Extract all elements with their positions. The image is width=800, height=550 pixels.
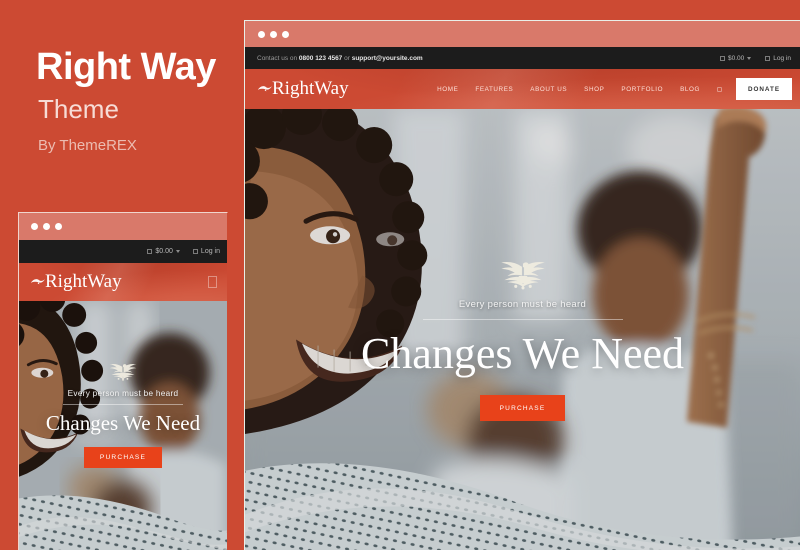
hero-divider xyxy=(63,404,183,405)
nav-home[interactable]: Home xyxy=(437,86,458,93)
cart-link[interactable]: $0.00 xyxy=(147,248,180,255)
login-label: Log in xyxy=(773,54,791,62)
window-close-dot-icon[interactable] xyxy=(258,30,265,38)
site-logo-text: RightWay xyxy=(45,270,122,292)
user-icon xyxy=(765,55,771,61)
contact-info: Contact us on 0800 123 4567 or support@y… xyxy=(257,55,423,62)
mobile-preview-window: $0.00 Log in RightWay Every person must … xyxy=(18,212,228,550)
hero-content-mobile: Every person must be heard Changes We Ne… xyxy=(19,362,227,468)
hero-kicker: Every person must be heard xyxy=(458,299,587,310)
hero-divider xyxy=(422,319,623,320)
desktop-preview-window: Contact us on 0800 123 4567 or support@y… xyxy=(244,20,800,550)
page-title: Right Way xyxy=(36,46,216,88)
window-minimize-dot-icon[interactable] xyxy=(43,223,50,230)
cart-icon xyxy=(720,55,725,61)
utility-links-mobile: $0.00 Log in xyxy=(147,248,220,255)
nav-shop[interactable]: Shop xyxy=(584,86,604,93)
hero-kicker: Every person must be heard xyxy=(67,389,179,398)
purchase-button[interactable]: Purchase xyxy=(84,447,162,468)
cart-link[interactable]: $0.00 xyxy=(720,54,752,62)
chevron-down-icon xyxy=(747,56,752,60)
mobile-window-titlebar xyxy=(19,213,227,240)
utility-links: $0.00 Log in xyxy=(720,55,791,62)
chevron-down-icon xyxy=(175,250,180,253)
window-minimize-dot-icon[interactable] xyxy=(270,30,277,38)
site-logo[interactable]: RightWay xyxy=(257,77,349,99)
contact-prefix: Contact us on xyxy=(257,54,298,62)
nav-blog[interactable]: Blog xyxy=(680,86,700,93)
hamburger-menu-icon[interactable] xyxy=(208,276,217,288)
eagle-emblem-icon xyxy=(500,262,545,290)
purchase-button[interactable]: Purchase xyxy=(480,395,565,421)
desktop-window-titlebar xyxy=(245,21,800,47)
window-close-dot-icon[interactable] xyxy=(31,223,38,230)
site-header: RightWay Home Features About Us Shop Por… xyxy=(245,69,800,109)
nav-features[interactable]: Features xyxy=(475,86,513,93)
contact-conjunction: or xyxy=(344,54,350,62)
search-icon[interactable] xyxy=(717,86,722,92)
nav-portfolio[interactable]: Portfolio xyxy=(621,86,663,93)
window-controls[interactable] xyxy=(31,223,62,230)
hero-title: Changes We Need xyxy=(45,411,201,435)
site-logo-text: RightWay xyxy=(272,77,349,99)
hero-content: Every person must be heard Changes We Ne… xyxy=(245,259,800,421)
cart-total: $0.00 xyxy=(155,248,173,255)
site-header-mobile: RightWay xyxy=(19,263,227,301)
contact-email[interactable]: support@yoursite.com xyxy=(352,55,423,62)
hero-section: Every person must be heard Changes We Ne… xyxy=(245,109,800,550)
hero-title: Changes We Need xyxy=(360,329,685,378)
site-logo[interactable]: RightWay xyxy=(30,270,122,292)
contact-phone[interactable]: 0800 123 4567 xyxy=(299,55,342,62)
login-link[interactable]: Log in xyxy=(192,248,220,255)
window-maximize-dot-icon[interactable] xyxy=(282,30,289,38)
login-label: Log in xyxy=(200,248,220,255)
window-maximize-dot-icon[interactable] xyxy=(55,223,62,230)
page-subtitle: Theme xyxy=(38,94,119,124)
user-icon xyxy=(192,249,198,254)
nav-about-us[interactable]: About Us xyxy=(530,86,567,93)
page-author-line: By ThemeREX xyxy=(38,137,137,154)
eagle-emblem-icon xyxy=(109,363,137,381)
login-link[interactable]: Log in xyxy=(765,55,791,62)
main-navigation: Home Features About Us Shop Portfolio Bl… xyxy=(437,86,722,93)
cart-icon xyxy=(147,249,153,254)
hero-section-mobile: Every person must be heard Changes We Ne… xyxy=(19,301,227,550)
window-controls[interactable] xyxy=(258,30,289,38)
cart-total: $0.00 xyxy=(728,54,745,62)
site-utility-bar: Contact us on 0800 123 4567 or support@y… xyxy=(245,47,800,69)
donate-button[interactable]: Donate xyxy=(736,78,792,100)
site-utility-bar-mobile: $0.00 Log in xyxy=(19,240,227,263)
